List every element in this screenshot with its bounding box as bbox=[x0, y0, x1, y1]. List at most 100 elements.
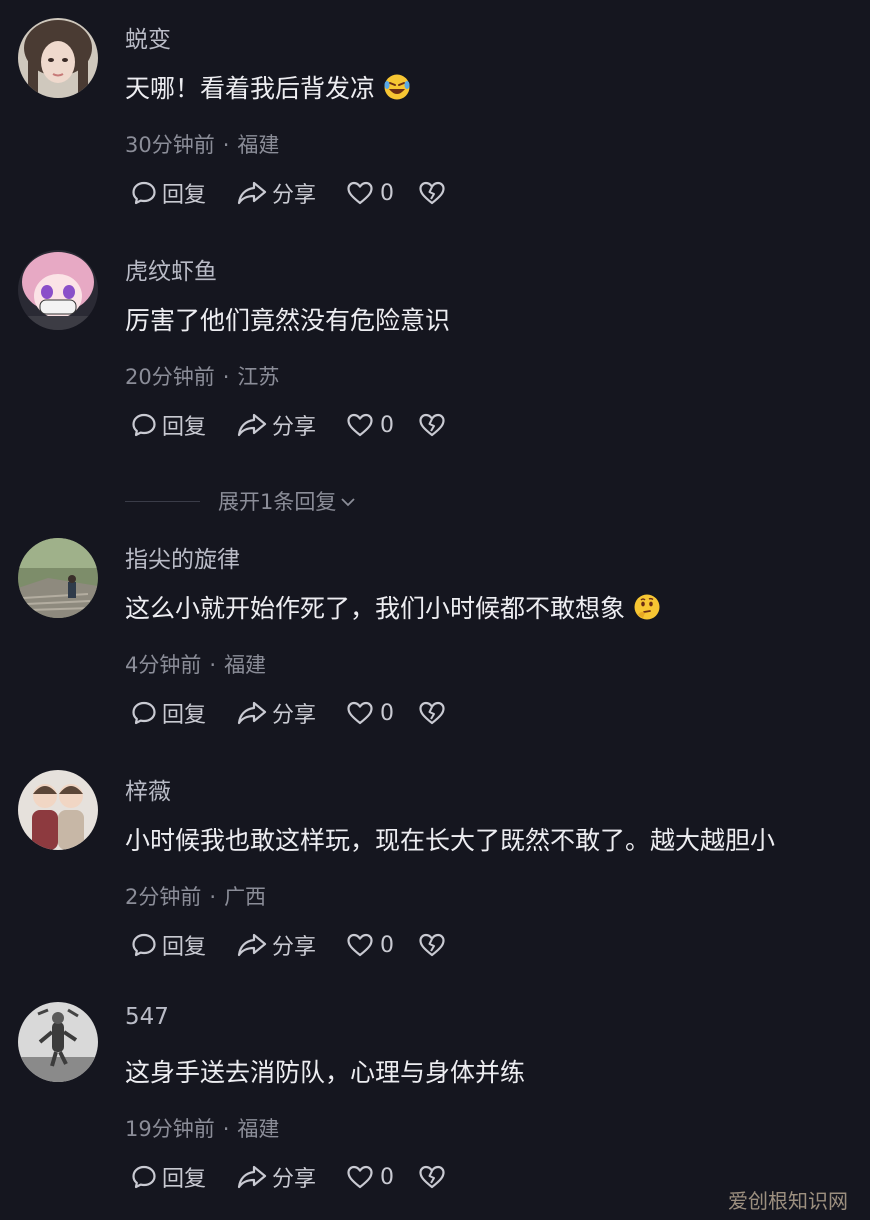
share-button[interactable]: 分享 bbox=[236, 409, 346, 441]
reply-label: 回复 bbox=[162, 703, 207, 728]
comment-time: 4分钟前 bbox=[125, 653, 202, 677]
like-button[interactable]: 0 bbox=[346, 1164, 418, 1190]
comment-meta: 30分钟前 · 福建 bbox=[125, 129, 279, 159]
comment-actions: 回复 分享 0 bbox=[130, 696, 446, 730]
meta-separator: · bbox=[222, 133, 230, 157]
dislike-button[interactable] bbox=[418, 412, 446, 438]
reply-bubble-icon bbox=[132, 701, 156, 725]
like-count: 0 bbox=[380, 180, 394, 206]
comment-time: 30分钟前 bbox=[125, 133, 215, 157]
reply-bubble-icon bbox=[132, 1165, 156, 1189]
heart-outline-icon bbox=[347, 181, 373, 205]
broken-heart-icon bbox=[419, 413, 445, 437]
dislike-button[interactable] bbox=[418, 1164, 446, 1190]
broken-heart-icon bbox=[419, 1165, 445, 1189]
comment-text-content: 小时候我也敢这样玩，现在长大了既然不敢了。越大越胆小 bbox=[125, 826, 776, 855]
reply-label: 回复 bbox=[162, 183, 207, 208]
share-label: 分享 bbox=[272, 415, 317, 440]
meta-separator: · bbox=[209, 653, 217, 677]
expand-replies-label: 展开1条回复 bbox=[218, 490, 337, 514]
avatar[interactable] bbox=[18, 250, 98, 330]
reply-button[interactable]: 回复 bbox=[130, 177, 236, 209]
dislike-button[interactable] bbox=[418, 932, 446, 958]
comment-meta: 20分钟前 · 江苏 bbox=[125, 361, 279, 391]
username[interactable]: 蜕变 bbox=[125, 20, 171, 54]
comment-text-content: 厉害了他们竟然没有危险意识 bbox=[125, 306, 451, 335]
comment-location: 福建 bbox=[224, 653, 267, 677]
avatar-anime-icon bbox=[18, 250, 98, 330]
share-arrow-icon bbox=[237, 413, 267, 437]
chevron-down-icon bbox=[340, 489, 356, 513]
share-button[interactable]: 分享 bbox=[236, 697, 346, 729]
meta-separator: · bbox=[222, 365, 230, 389]
like-button[interactable]: 0 bbox=[346, 180, 418, 206]
like-count: 0 bbox=[380, 932, 394, 958]
share-button[interactable]: 分享 bbox=[236, 177, 346, 209]
broken-heart-icon bbox=[419, 181, 445, 205]
dislike-button[interactable] bbox=[418, 700, 446, 726]
username[interactable]: 547 bbox=[125, 1004, 169, 1030]
avatar[interactable] bbox=[18, 18, 98, 98]
reply-button[interactable]: 回复 bbox=[130, 409, 236, 441]
meta-separator: · bbox=[222, 1117, 230, 1141]
comment-location: 广西 bbox=[224, 885, 267, 909]
share-label: 分享 bbox=[272, 1167, 317, 1192]
reply-button[interactable]: 回复 bbox=[130, 929, 236, 961]
expand-replies-button[interactable]: 展开1条回复 bbox=[125, 486, 356, 516]
comment-text: 小时候我也敢这样玩，现在长大了既然不敢了。越大越胆小 bbox=[125, 821, 775, 857]
share-button[interactable]: 分享 bbox=[236, 929, 346, 961]
avatar[interactable] bbox=[18, 538, 98, 618]
like-count: 0 bbox=[380, 412, 394, 438]
heart-outline-icon bbox=[347, 413, 373, 437]
heart-outline-icon bbox=[347, 933, 373, 957]
avatar-portrait-icon bbox=[18, 18, 98, 98]
comment-text: 这么小就开始作死了，我们小时候都不敢想象 bbox=[125, 589, 661, 627]
broken-heart-icon bbox=[419, 701, 445, 725]
share-button[interactable]: 分享 bbox=[236, 1161, 346, 1193]
comment-text-content: 这身手送去消防队，心理与身体并练 bbox=[125, 1058, 526, 1087]
divider-line bbox=[125, 500, 200, 502]
comment-meta: 19分钟前 · 福建 bbox=[125, 1113, 279, 1143]
like-button[interactable]: 0 bbox=[346, 932, 418, 958]
reply-bubble-icon bbox=[132, 933, 156, 957]
share-arrow-icon bbox=[237, 701, 267, 725]
username[interactable]: 梓薇 bbox=[125, 772, 171, 806]
share-arrow-icon bbox=[237, 933, 267, 957]
username[interactable]: 虎纹虾鱼 bbox=[125, 252, 217, 286]
like-count: 0 bbox=[380, 700, 394, 726]
meta-separator: · bbox=[209, 885, 217, 909]
dislike-button[interactable] bbox=[418, 180, 446, 206]
comment-text: 厉害了他们竟然没有危险意识 bbox=[125, 301, 450, 337]
reply-button[interactable]: 回复 bbox=[130, 1161, 236, 1193]
comment-actions: 回复 分享 0 bbox=[130, 928, 446, 962]
heart-outline-icon bbox=[347, 1165, 373, 1189]
like-button[interactable]: 0 bbox=[346, 700, 418, 726]
share-label: 分享 bbox=[272, 703, 317, 728]
avatar[interactable] bbox=[18, 1002, 98, 1082]
comment-text: 这身手送去消防队，心理与身体并练 bbox=[125, 1053, 525, 1089]
comment-meta: 4分钟前 · 福建 bbox=[125, 649, 266, 679]
like-count: 0 bbox=[380, 1164, 394, 1190]
share-arrow-icon bbox=[237, 1165, 267, 1189]
reply-label: 回复 bbox=[162, 1167, 207, 1192]
reply-button[interactable]: 回复 bbox=[130, 697, 236, 729]
comment-text-content: 这么小就开始作死了，我们小时候都不敢想象 bbox=[125, 594, 626, 623]
comment-time: 19分钟前 bbox=[125, 1117, 215, 1141]
avatar-nature-icon bbox=[18, 538, 98, 618]
username[interactable]: 指尖的旋律 bbox=[125, 540, 240, 574]
share-label: 分享 bbox=[272, 183, 317, 208]
comment-actions: 回复 分享 0 bbox=[130, 408, 446, 442]
share-label: 分享 bbox=[272, 935, 317, 960]
comment-location: 江苏 bbox=[237, 365, 280, 389]
broken-heart-icon bbox=[419, 933, 445, 957]
comment-actions: 回复 分享 0 bbox=[130, 176, 446, 210]
comment-time: 20分钟前 bbox=[125, 365, 215, 389]
like-button[interactable]: 0 bbox=[346, 412, 418, 438]
avatar-monochrome-icon bbox=[18, 1002, 98, 1082]
avatar[interactable] bbox=[18, 770, 98, 850]
reply-label: 回复 bbox=[162, 415, 207, 440]
rolling-laughing-emoji-icon bbox=[383, 73, 411, 107]
avatar-children-icon bbox=[18, 770, 98, 850]
comment-location: 福建 bbox=[237, 133, 280, 157]
reply-bubble-icon bbox=[132, 181, 156, 205]
